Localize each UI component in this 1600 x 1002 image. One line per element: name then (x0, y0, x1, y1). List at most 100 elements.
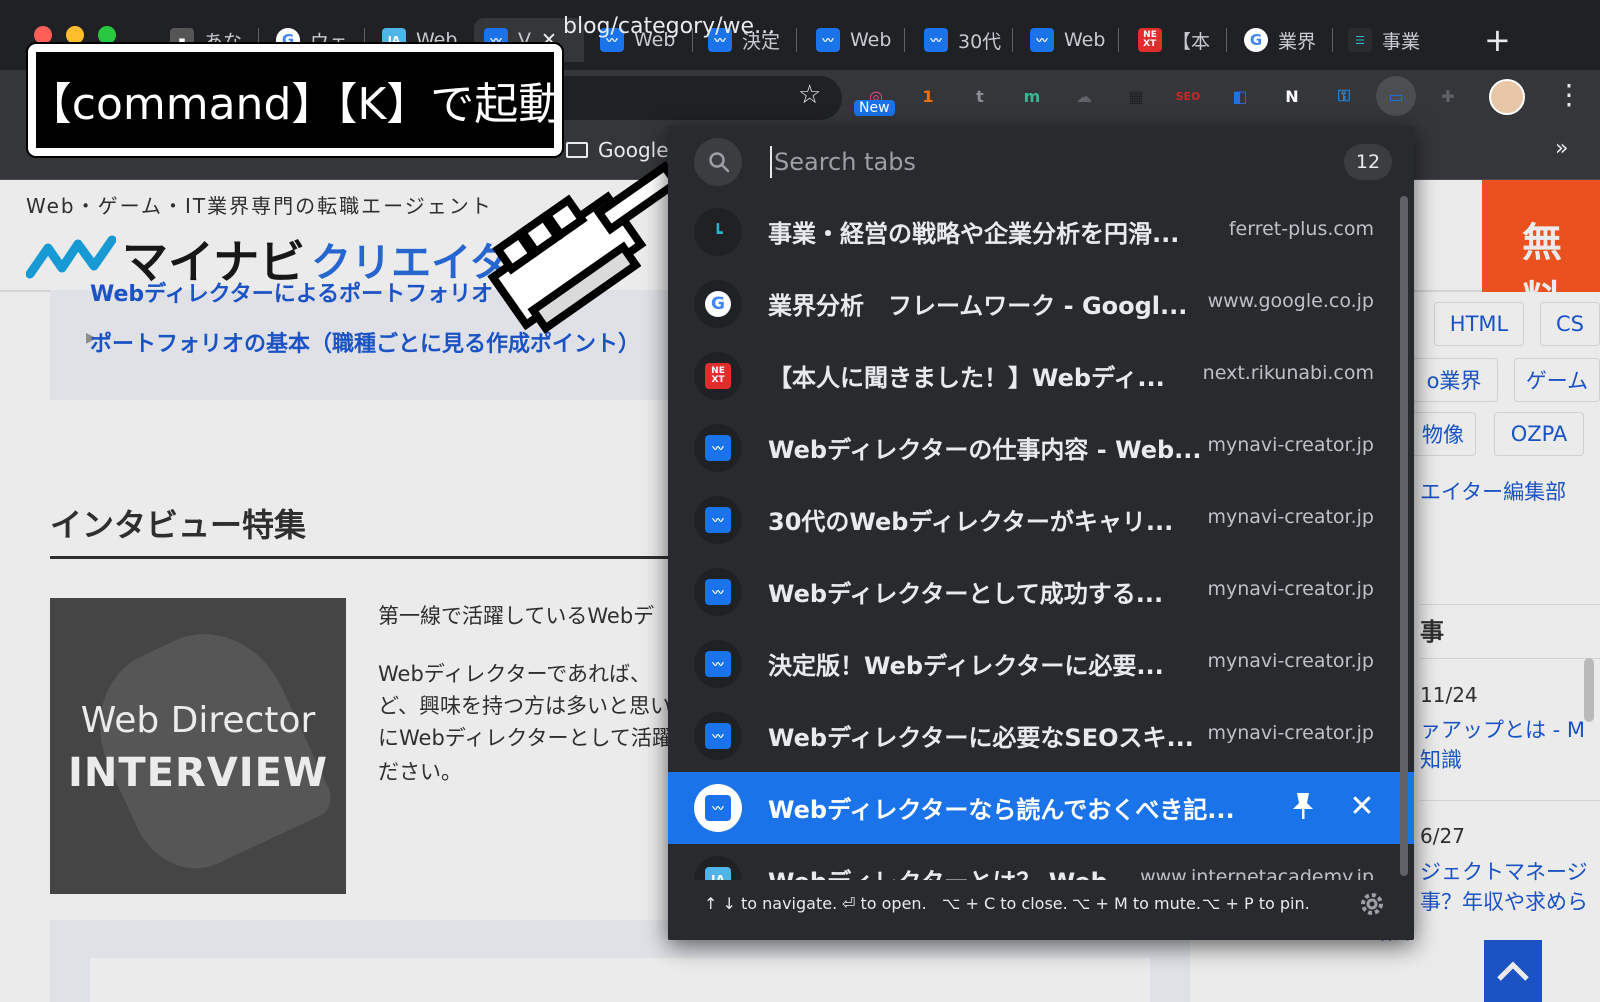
tab-favicon-icon: 〰 (924, 28, 948, 52)
browser-tab[interactable]: G 業界 (1234, 18, 1330, 62)
tab-separator (1226, 28, 1227, 52)
popup-scrollbar[interactable] (1400, 196, 1408, 876)
result-title: 事業・経営の戦略や企業分析を円滑... (768, 220, 1180, 248)
ferret-favicon-icon: ┗ (713, 222, 723, 242)
tab-label: Web (850, 29, 892, 51)
browser-tab[interactable]: 〰 30代 (914, 18, 1010, 62)
mynavi-favicon-icon: 〰 (705, 723, 731, 749)
result-title: Webディレクターとして成功する... (768, 580, 1164, 608)
result-hostname: mynavi-creator.jp (1207, 578, 1374, 600)
puzzle-extension-icon[interactable]: ✚ (1432, 80, 1464, 112)
result-hostname: next.rikunabi.com (1202, 362, 1374, 384)
result-hostname: mynavi-creator.jp (1207, 650, 1374, 672)
result-title: 30代のWebディレクターがキャリ... (768, 508, 1174, 536)
pin-icon[interactable] (1288, 788, 1318, 824)
browser-tab[interactable]: 〰 Web (1020, 18, 1116, 62)
result-hostname: mynavi-creator.jp (1207, 434, 1374, 456)
search-icon (709, 152, 730, 173)
tab-search-result[interactable]: G 業界分析 フレームワーク - Googl... www.google.co.jp (668, 268, 1414, 340)
new-badge: New (854, 100, 895, 116)
google-favicon-icon: G (705, 291, 731, 317)
m-extension-icon[interactable]: m (1016, 80, 1048, 112)
tab-label: 【本 (1172, 30, 1211, 53)
favicon-circle: 〰 (694, 712, 742, 760)
cloud-extension-icon[interactable]: ☁ (1068, 80, 1100, 112)
browser-tab[interactable]: ☰ 事業 (1338, 18, 1438, 62)
window-zoom-button[interactable] (98, 26, 116, 44)
gear-icon[interactable] (1356, 888, 1388, 920)
seo-extension-icon[interactable]: SEO (1172, 80, 1204, 112)
tab-label: Web (1064, 29, 1106, 51)
tab-search-result[interactable]: 〰 決定版！Webディレクターに必要... mynavi-creator.jp (668, 628, 1414, 700)
result-title: 業界分析 フレームワーク - Googl... (768, 292, 1188, 320)
tab-separator (1012, 28, 1013, 52)
bookmark-star-icon[interactable]: ☆ (798, 80, 821, 110)
notion-extension-icon[interactable]: N (1276, 80, 1308, 112)
tab-search-result[interactable]: 〰 Webディレクターとして成功する... mynavi-creator.jp (668, 556, 1414, 628)
qr-extension-icon[interactable]: ▦ (1120, 80, 1152, 112)
tab-favicon-icon: G (1244, 28, 1268, 52)
tab-search-result[interactable]: NE XT 【本人に聞きました！】Webディ... next.rikunabi.co… (668, 340, 1414, 412)
result-title: Webディレクターの仕事内容 - Web... (768, 436, 1202, 464)
result-title: Webディレクターに必要なSEOスキ... (768, 724, 1194, 752)
tab-search-result[interactable]: ┗ 事業・経営の戦略や企業分析を円滑... ferret-plus.com (668, 196, 1414, 268)
key-extension-icon[interactable]: ⚿ (1328, 80, 1360, 112)
tab-search-result[interactable]: 〰 Webディレクターの仕事内容 - Web... mynavi-creator.j… (668, 412, 1414, 484)
tab-search-result[interactable]: 〰 30代のWebディレクターがキャリ... mynavi-creator.jp (668, 484, 1414, 556)
mynavi-favicon-icon: 〰 (705, 795, 731, 821)
t-extension-icon[interactable]: t (964, 80, 996, 112)
tab-favicon-icon: 〰 (816, 28, 840, 52)
window-close-button[interactable] (34, 26, 52, 44)
browser-menu-icon[interactable]: ⋮ (1555, 78, 1583, 111)
result-title: 決定版！Webディレクターに必要... (768, 652, 1164, 680)
profile-avatar[interactable] (1489, 79, 1525, 115)
close-tab-icon[interactable]: ✕ (1344, 788, 1380, 824)
hint-navigate: ↑ ↓ to navigate. (704, 894, 838, 913)
tab-favicon-icon: NE XT (1138, 28, 1162, 52)
hint-pin: ⌥ + P to pin. (1202, 894, 1310, 913)
favicon-circle: 〰 (694, 568, 742, 616)
tab-label: 業界 (1278, 30, 1317, 53)
favicon-circle: 〰 (694, 424, 742, 472)
result-hostname: mynavi-creator.jp (1207, 722, 1374, 744)
favicon-circle: 〰 (694, 784, 742, 832)
shortcut-hints: ↑ ↓ to navigate. ⏎ to open. ⌥ + C to clo… (668, 880, 1414, 940)
browser-tab[interactable]: 〰 Web (806, 18, 902, 62)
favicon-circle: 〰 (694, 496, 742, 544)
window-minimize-button[interactable] (66, 26, 84, 44)
hint-mute: ⌥ + M to mute. (1072, 894, 1201, 913)
tab-search-extension-icon[interactable]: ▭ (1376, 76, 1416, 116)
browser-tab[interactable]: NE XT 【本 (1128, 18, 1224, 62)
shortcut-caption: 【command】【K】で起動 (28, 44, 562, 156)
hint-close: ⌥ + C to close. (942, 894, 1068, 913)
next-favicon-icon: NE XT (705, 363, 731, 389)
window-extension-icon[interactable]: ◧ (1224, 80, 1256, 112)
tab-label: 事業 (1382, 30, 1421, 53)
tab-search-result[interactable]: 〰 Webディレクターに必要なSEOスキ... mynavi-creator.jp (668, 700, 1414, 772)
result-title: Webディレクターなら読んでおくべき記... (768, 796, 1235, 824)
result-hostname: ferret-plus.com (1228, 218, 1374, 240)
tab-favicon-icon: ☰ (1348, 28, 1372, 52)
favicon-circle: NE XT (694, 352, 742, 400)
result-hostname: www.google.co.jp (1207, 290, 1374, 312)
new-tab-button[interactable]: + (1484, 22, 1511, 58)
favicon-circle: G (694, 280, 742, 328)
bookmarks-overflow-button[interactable]: » (1555, 136, 1568, 161)
mynavi-favicon-icon: 〰 (705, 579, 731, 605)
mynavi-favicon-icon: 〰 (705, 435, 731, 461)
tab-search-result[interactable]: 〰 Webディレクターなら読んでおくべき記... ✕ (668, 772, 1414, 844)
one-extension-icon[interactable]: 1 (912, 80, 944, 112)
pointing-hand-icon (487, 161, 682, 334)
tab-search-popup: 12 ┗ 事業・経営の戦略や企業分析を円滑... ferret-plus.com G 業… (668, 126, 1414, 940)
result-title: 【本人に聞きました！】Webディ... (768, 364, 1165, 392)
tab-favicon-icon: 〰 (1030, 28, 1054, 52)
tab-separator (796, 28, 797, 52)
favicon-circle: ┗ (694, 208, 742, 256)
hint-open: ⏎ to open. (842, 894, 927, 913)
tab-separator (1332, 28, 1333, 52)
tab-search-input[interactable] (774, 140, 1314, 184)
favicon-circle: 〰 (694, 640, 742, 688)
address-bar-url[interactable]: blog/category/we... (563, 14, 775, 39)
tab-separator (1118, 28, 1119, 52)
mynavi-favicon-icon: 〰 (705, 507, 731, 533)
